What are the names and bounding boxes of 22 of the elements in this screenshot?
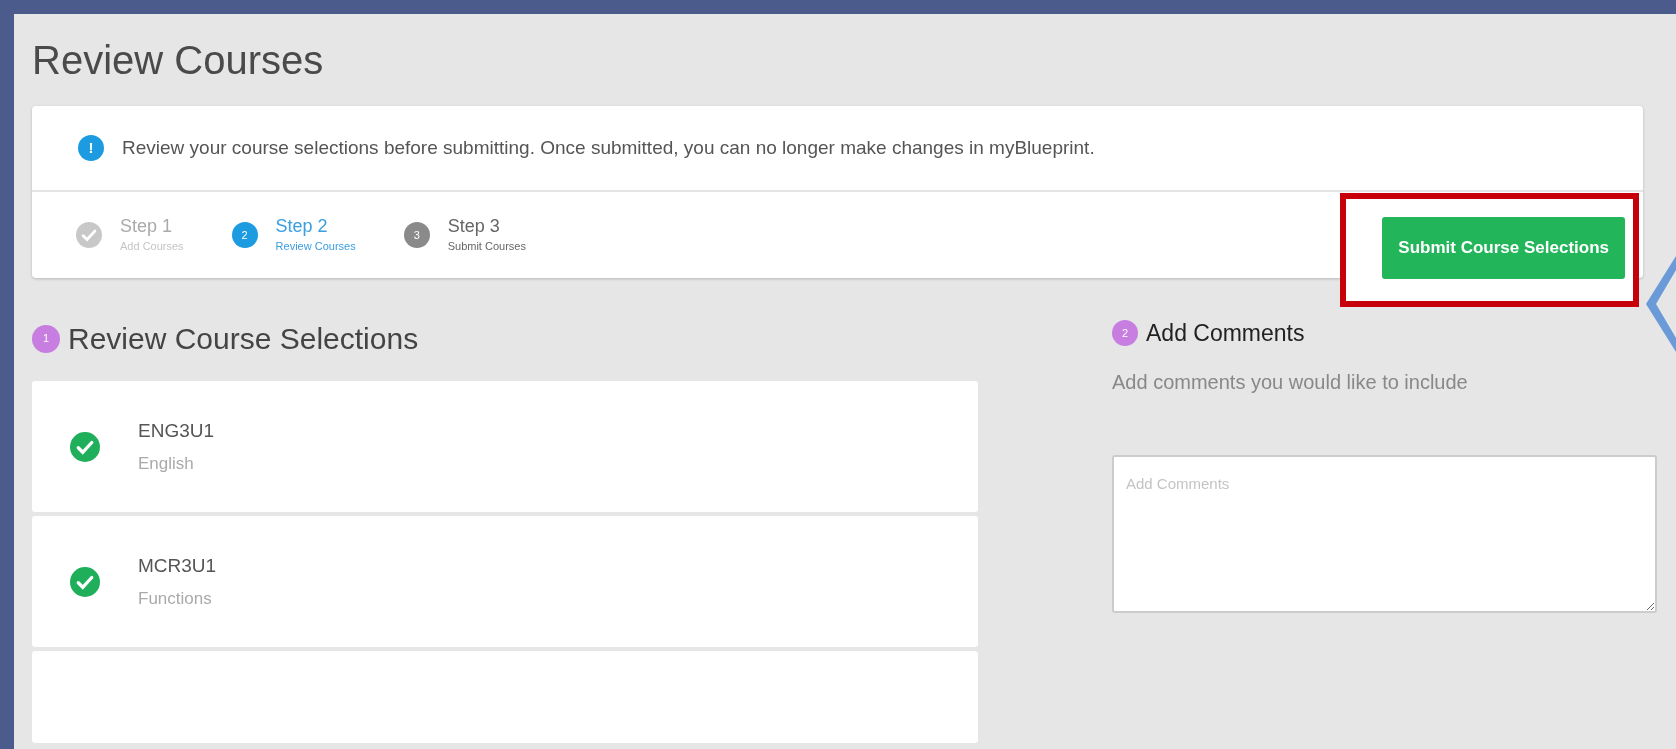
course-code: ENG3U1 bbox=[138, 418, 215, 443]
step-title: Step 1 bbox=[120, 215, 174, 238]
notice-text: Review your course selections before submitting. Once submitted, you can no longer make changes in myBlueprint. bbox=[122, 135, 1095, 160]
step-subtitle: Submit Courses bbox=[447, 238, 526, 254]
section-title: Review Course Selections bbox=[68, 321, 419, 357]
submit-button[interactable]: Submit Course Selections bbox=[1382, 217, 1625, 279]
step-number: 2 bbox=[231, 222, 258, 248]
step-title: Step 3 bbox=[447, 215, 501, 238]
step-number: 3 bbox=[403, 222, 430, 248]
page-title: Review Courses bbox=[32, 37, 325, 84]
section-number: 1 bbox=[32, 324, 60, 353]
info-icon: ! bbox=[78, 135, 104, 161]
step-subtitle: Add Courses bbox=[120, 238, 184, 254]
section-number: 2 bbox=[1112, 320, 1138, 347]
course-name: Functions bbox=[138, 588, 213, 610]
section-title: Add Comments bbox=[1146, 319, 1305, 348]
hint-text: Add comments you would like to include bbox=[1112, 369, 1469, 395]
comments-field[interactable]: Add Comments bbox=[1112, 454, 1657, 613]
course-name: English bbox=[138, 453, 195, 475]
step-title: Step 2 bbox=[275, 215, 329, 238]
step-subtitle: Review Courses bbox=[275, 238, 356, 254]
course-code: MCR3U1 bbox=[138, 553, 217, 578]
